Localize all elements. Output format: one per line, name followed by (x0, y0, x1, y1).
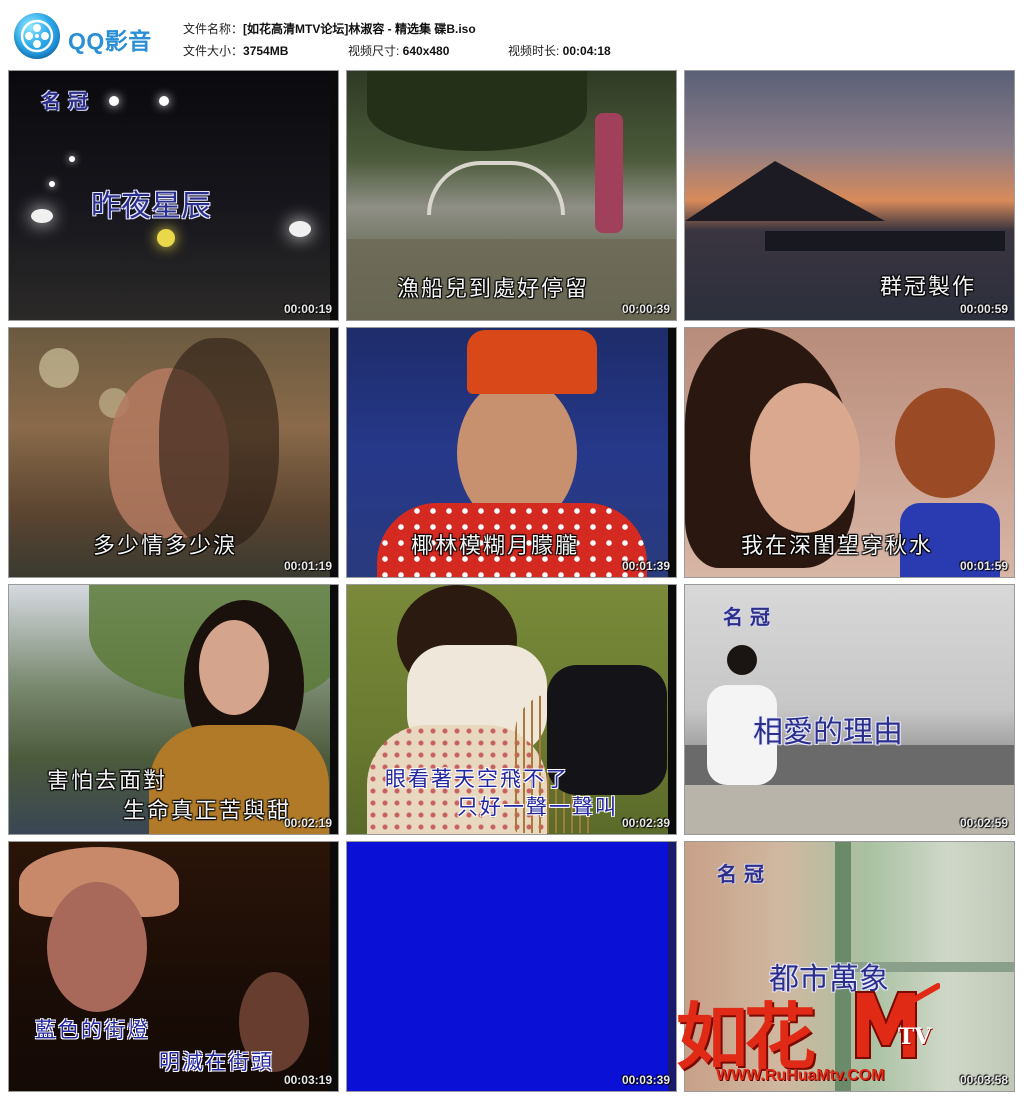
lyric-line: 眼看著天空飛不了 (385, 767, 569, 791)
thumbnail[interactable]: 我在深閨望穿秋水 00:01:59 (684, 327, 1015, 578)
letterbox (330, 585, 338, 834)
doll-hair (895, 388, 995, 498)
timestamp: 00:02:19 (283, 816, 332, 830)
lyric-line: 只好一聲一聲叫 (457, 795, 618, 819)
file-name-row: 文件名称：[如花高清MTV论坛]林淑容 - 精选集 碟B.iso (183, 20, 476, 37)
channel-tag: 名 冠 (717, 862, 764, 886)
mountain (685, 161, 885, 221)
bokeh (39, 348, 79, 388)
video-duration-row: 视频时长: 00:04:18 (508, 42, 611, 59)
file-name-label: 文件名称： (183, 22, 244, 36)
thumbnail[interactable]: 群冠製作 00:00:59 (684, 70, 1015, 321)
letterbox (668, 585, 676, 834)
thumbnail[interactable]: 名 冠 昨夜星辰 00:00:19 (8, 70, 339, 321)
thumbnail[interactable]: 藍色的街燈 明滅在街頭 00:03:19 (8, 841, 339, 1092)
film-reel-icon (14, 13, 60, 59)
file-size-value: 3754MB (243, 44, 289, 58)
timestamp: 00:00:19 (283, 302, 332, 316)
timestamp: 00:02:59 (959, 816, 1008, 830)
red-hat (467, 330, 597, 394)
headlight (31, 209, 53, 223)
mtv-text: TV (898, 1024, 932, 1050)
road-light (49, 181, 55, 187)
channel-tag: 名 冠 (41, 89, 88, 113)
road-light (109, 96, 119, 106)
thumbnail[interactable]: 00:03:39 (346, 841, 677, 1092)
timestamp: 00:01:59 (959, 559, 1008, 573)
song-title: 相愛的理由 (753, 715, 903, 750)
lyric-line: 生命真正苦與甜 (123, 799, 292, 824)
thumbnail[interactable]: 害怕去面對 生命真正苦與甜 00:02:19 (8, 584, 339, 835)
timestamp: 00:01:39 (621, 559, 670, 573)
thumbnail[interactable]: 多少情多少淚 00:01:19 (8, 327, 339, 578)
headlight (289, 221, 311, 237)
singer-face (750, 383, 860, 533)
lyric-line: 群冠製作 (880, 275, 977, 300)
file-size-label: 文件大小： (183, 44, 244, 58)
timestamp: 00:03:39 (621, 1073, 670, 1087)
file-name-value: [如花高清MTV论坛]林淑容 - 精选集 碟B.iso (243, 22, 476, 36)
watermark-url: WWW.RuHuaMtv.COM (716, 1067, 885, 1084)
app-logo: QQ影音 (14, 13, 164, 59)
letterbox (668, 842, 676, 1091)
lyric-line: 明滅在街頭 (159, 1050, 274, 1074)
video-duration-value: 00:04:18 (562, 44, 611, 58)
bridge (427, 161, 565, 215)
video-dims-value: 640x480 (402, 44, 450, 58)
header: QQ影音 文件名称：[如花高清MTV论坛]林淑容 - 精选集 碟B.iso 文件… (0, 0, 1024, 68)
song-title: 昨夜星辰 (91, 189, 211, 224)
letterbox (330, 328, 338, 577)
video-duration-label: 视频时长: (508, 44, 563, 58)
timestamp: 00:03:58 (959, 1073, 1008, 1087)
singer-hair (159, 338, 279, 548)
road-light (69, 156, 75, 162)
lyric-line: 害怕去面對 (47, 769, 168, 794)
lyric-line: 多少情多少淚 (93, 534, 238, 559)
lyric-line: 我在深閨望穿秋水 (741, 534, 934, 559)
headlight (157, 229, 175, 247)
timestamp: 00:02:39 (621, 816, 670, 830)
lyric-line: 椰林模糊月朦朧 (411, 534, 580, 559)
lyric-line: 藍色的街燈 (35, 1018, 150, 1042)
letterbox (668, 328, 676, 577)
lyric-line: 漁船兒到處好停留 (397, 277, 590, 302)
timestamp: 00:00:39 (621, 302, 670, 316)
timestamp: 00:00:59 (959, 302, 1008, 316)
timestamp: 00:01:19 (283, 559, 332, 573)
singer-face (199, 620, 269, 715)
thumbnail[interactable]: 漁船兒到處好停留 00:00:39 (346, 70, 677, 321)
tree-canopy (367, 71, 587, 151)
road-light (159, 96, 169, 106)
pier (765, 231, 1005, 251)
singer-face (47, 882, 147, 1012)
singer (595, 113, 623, 233)
thumbnail[interactable]: 名 冠 相愛的理由 00:02:59 (684, 584, 1015, 835)
video-dims-row: 视频尺寸: 640x480 (348, 42, 449, 59)
letterbox (330, 842, 338, 1091)
letterbox (330, 71, 338, 320)
thumbnail[interactable]: 眼看著天空飛不了 只好一聲一聲叫 00:02:39 (346, 584, 677, 835)
channel-tag: 名 冠 (723, 605, 770, 629)
app-name: QQ影音 (68, 28, 152, 54)
mtv-logo-icon (852, 982, 941, 1062)
file-size-row: 文件大小：3754MB (183, 42, 288, 59)
man-hair (727, 645, 757, 675)
thumbnail[interactable]: 椰林模糊月朦朧 00:01:39 (346, 327, 677, 578)
video-dims-label: 视频尺寸: (348, 44, 403, 58)
timestamp: 00:03:19 (283, 1073, 332, 1087)
